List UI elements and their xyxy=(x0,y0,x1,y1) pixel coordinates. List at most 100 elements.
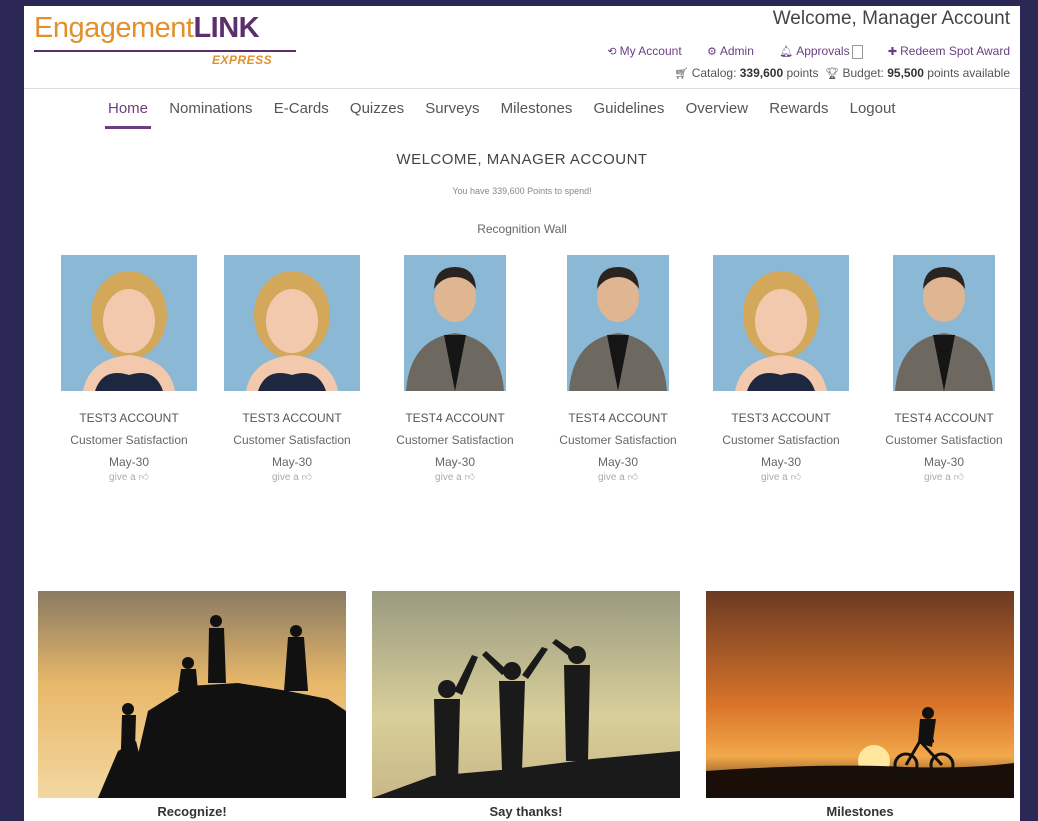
trophy-icon: 🏆︎ xyxy=(825,68,840,80)
thumbs-up-icon: 👍︎ xyxy=(627,472,638,483)
nav-ecards[interactable]: E-Cards xyxy=(274,100,329,117)
catalog-label: Catalog: xyxy=(691,66,737,80)
logo-text-express: EXPRESS xyxy=(212,53,273,67)
logo-text-link: LINK xyxy=(193,12,260,44)
recognition-wall-title: Recognition Wall xyxy=(477,222,567,236)
engagementlink-logo[interactable]: EngagementLINK EXPRESS xyxy=(34,12,304,72)
avatar[interactable] xyxy=(893,255,995,391)
thumbs-up-icon: 👍︎ xyxy=(301,472,312,483)
high-five-silhouette-image xyxy=(372,591,680,798)
catalog-value: 339,600 xyxy=(739,66,784,80)
award-date: May-30 xyxy=(923,455,964,469)
recipient-name[interactable]: TEST3 ACCOUNT xyxy=(706,411,856,425)
avatar[interactable] xyxy=(713,255,849,391)
man-portrait-image xyxy=(567,255,669,391)
thumbs-up-icon: 👍︎ xyxy=(464,472,475,483)
nav-home[interactable]: Home xyxy=(104,100,152,129)
give-label: give a xyxy=(109,472,136,483)
recognition-card: TEST3 ACCOUNT Customer Satisfaction May-… xyxy=(217,255,367,483)
nav-surveys[interactable]: Surveys xyxy=(425,100,479,117)
my-account-link[interactable]: ⟲ My Account xyxy=(607,44,681,58)
avatar[interactable] xyxy=(404,255,506,391)
award-date: May-30 xyxy=(760,455,801,469)
give-like-button[interactable]: give a 👍︎ xyxy=(869,471,1019,483)
award-category: Customer Satisfaction xyxy=(396,433,514,447)
catalog-unit: points xyxy=(786,66,819,80)
admin-label: Admin xyxy=(719,44,754,58)
logo-underline xyxy=(34,50,296,52)
recognition-card: TEST3 ACCOUNT Customer Satisfaction May-… xyxy=(706,255,856,483)
milestones-banner[interactable] xyxy=(706,591,1014,798)
recognize-caption[interactable]: Recognize! xyxy=(38,804,346,819)
plus-icon: ✚ xyxy=(887,46,898,58)
give-label: give a xyxy=(761,472,788,483)
avatar[interactable] xyxy=(224,255,360,391)
cyclist-sunset-image xyxy=(706,591,1014,798)
recognition-card: TEST3 ACCOUNT Customer Satisfaction May-… xyxy=(54,255,204,483)
give-like-button[interactable]: give a 👍︎ xyxy=(380,471,530,483)
recipient-name[interactable]: TEST4 ACCOUNT xyxy=(543,411,693,425)
thumbs-up-icon: 👍︎ xyxy=(790,472,801,483)
give-label: give a xyxy=(272,472,299,483)
award-date: May-30 xyxy=(597,455,638,469)
thumbs-up-icon: 👍︎ xyxy=(953,472,964,483)
recipient-name[interactable]: TEST4 ACCOUNT xyxy=(380,411,530,425)
admin-link[interactable]: ⚙ Admin xyxy=(707,44,754,58)
woman-portrait-image xyxy=(713,255,849,391)
award-category: Customer Satisfaction xyxy=(233,433,351,447)
redeem-label: Redeem Spot Award xyxy=(900,44,1010,58)
nav-quizzes[interactable]: Quizzes xyxy=(350,100,404,117)
recognize-banner[interactable] xyxy=(38,591,346,798)
give-like-button[interactable]: give a 👍︎ xyxy=(54,471,204,483)
award-date: May-30 xyxy=(271,455,312,469)
recognition-card: TEST4 ACCOUNT Customer Satisfaction May-… xyxy=(543,255,693,483)
points-summary: 🛒︎ Catalog: 339,600 points 🏆︎ Budget: 95… xyxy=(674,66,1010,80)
logo-text-engagement: Engagement xyxy=(34,12,194,44)
nav-milestones[interactable]: Milestones xyxy=(501,100,573,117)
avatar[interactable] xyxy=(567,255,669,391)
recognition-card: TEST4 ACCOUNT Customer Satisfaction May-… xyxy=(380,255,530,483)
budget-label: Budget: xyxy=(842,66,884,80)
climbers-silhouette-image xyxy=(38,591,346,798)
give-label: give a xyxy=(924,472,951,483)
page-frame: EngagementLINK EXPRESS Welcome, Manager … xyxy=(24,6,1020,821)
award-category: Customer Satisfaction xyxy=(885,433,1003,447)
man-portrait-image xyxy=(893,255,995,391)
give-like-button[interactable]: give a 👍︎ xyxy=(217,471,367,483)
redeem-spot-award-link[interactable]: ✚ Redeem Spot Award xyxy=(888,44,1010,58)
award-category: Customer Satisfaction xyxy=(559,433,677,447)
nav-nominations[interactable]: Nominations xyxy=(169,100,252,117)
say-thanks-caption[interactable]: Say thanks! xyxy=(372,804,680,819)
nav-overview[interactable]: Overview xyxy=(686,100,749,117)
give-like-button[interactable]: give a 👍︎ xyxy=(543,471,693,483)
nav-logout[interactable]: Logout xyxy=(850,100,896,117)
account-links: ⟲ My Account ⚙ Admin 🔔︎ Approvals ✚ Redeem S… xyxy=(585,44,1010,59)
points-to-spend-text: You have 339,600 Points to spend! xyxy=(452,186,592,196)
main-nav: Home Nominations E-Cards Quizzes Surveys… xyxy=(104,100,913,129)
say-thanks-banner[interactable] xyxy=(372,591,680,798)
give-label: give a xyxy=(598,472,625,483)
award-category: Customer Satisfaction xyxy=(722,433,840,447)
approvals-count-box xyxy=(851,44,863,59)
bell-icon: 🔔︎ xyxy=(779,46,794,58)
avatar[interactable] xyxy=(61,255,197,391)
budget-value: 95,500 xyxy=(887,66,924,80)
approvals-link[interactable]: 🔔︎ Approvals xyxy=(779,44,863,59)
refresh-icon: ⟲ xyxy=(607,46,617,58)
recipient-name[interactable]: TEST4 ACCOUNT xyxy=(869,411,1019,425)
milestones-caption[interactable]: Milestones xyxy=(706,804,1014,819)
recipient-name[interactable]: TEST3 ACCOUNT xyxy=(217,411,367,425)
give-like-button[interactable]: give a 👍︎ xyxy=(706,471,856,483)
page-title: WELCOME, MANAGER ACCOUNT xyxy=(396,151,648,168)
gear-icon: ⚙ xyxy=(707,46,717,58)
header-divider xyxy=(24,88,1020,89)
nav-guidelines[interactable]: Guidelines xyxy=(594,100,665,117)
recipient-name[interactable]: TEST3 ACCOUNT xyxy=(54,411,204,425)
woman-portrait-image xyxy=(224,255,360,391)
my-account-label: My Account xyxy=(619,44,682,58)
award-date: May-30 xyxy=(108,455,149,469)
budget-unit: points available xyxy=(927,66,1010,80)
man-portrait-image xyxy=(404,255,506,391)
nav-rewards[interactable]: Rewards xyxy=(769,100,828,117)
recognition-card: TEST4 ACCOUNT Customer Satisfaction May-… xyxy=(869,255,1019,483)
